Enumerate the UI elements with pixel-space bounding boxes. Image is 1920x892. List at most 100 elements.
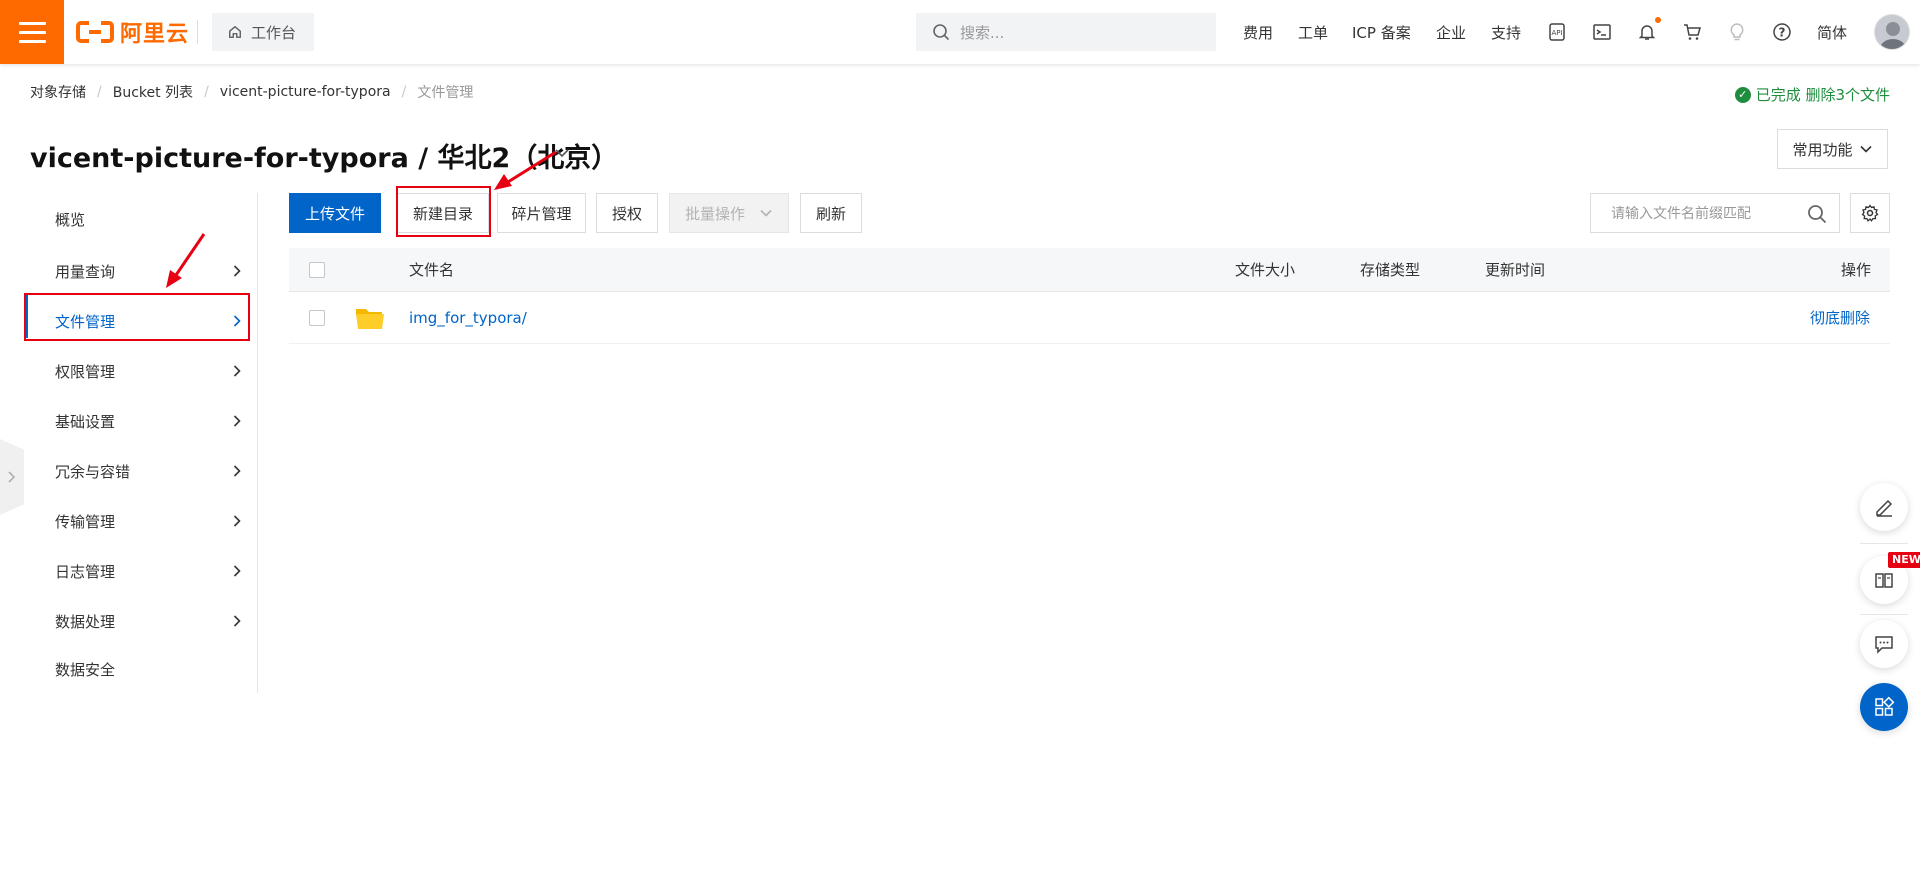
task-status[interactable]: ✓ 已完成 删除3个文件 [1734, 84, 1890, 105]
common-functions-label: 常用功能 [1792, 140, 1853, 159]
chevron-right-icon [233, 515, 241, 527]
fragment-management-button[interactable]: 碎片管理 [497, 193, 586, 233]
refresh-label: 刷新 [815, 204, 846, 223]
chevron-down-icon [760, 209, 772, 217]
api-icon[interactable]: API [1545, 20, 1569, 44]
sidebar-item-permissions[interactable]: 权限管理 [25, 349, 250, 393]
file-table-header: 文件名 文件大小 存储类型 更新时间 操作 [289, 248, 1890, 292]
feedback-edit-button[interactable] [1860, 483, 1908, 531]
search-icon[interactable] [1807, 204, 1827, 224]
sidebar-item-usage[interactable]: 用量查询 [25, 249, 250, 293]
upload-file-button[interactable]: 上传文件 [289, 193, 381, 233]
breadcrumb-oss[interactable]: 对象存储 [30, 82, 86, 102]
chevron-right-icon [233, 565, 241, 577]
sidebar-item-label: 数据安全 [55, 660, 116, 679]
sidebar-item-label: 概览 [55, 210, 86, 229]
column-header-updated: 更新时间 [1485, 261, 1546, 279]
batch-operations-button[interactable]: 批量操作 [669, 193, 789, 233]
sidebar-item-overview[interactable]: 概览 [25, 197, 250, 241]
new-directory-label: 新建目录 [412, 204, 473, 223]
new-directory-button[interactable]: 新建目录 [397, 193, 489, 233]
user-avatar[interactable] [1874, 14, 1910, 50]
apps-button[interactable] [1860, 683, 1908, 731]
upload-file-label: 上传文件 [304, 204, 365, 223]
hamburger-menu-button[interactable] [0, 0, 64, 64]
sidebar-item-label: 日志管理 [55, 562, 116, 581]
select-all-checkbox[interactable] [309, 261, 325, 278]
new-badge: NEW [1888, 552, 1920, 568]
bell-icon[interactable] [1635, 17, 1661, 44]
common-functions-button[interactable]: 常用功能 [1777, 129, 1888, 169]
sidebar-item-logs[interactable]: 日志管理 [25, 549, 250, 593]
search-placeholder: 搜索... [960, 23, 1005, 42]
page-title: vicent-picture-for-typora / 华北2（北京） [30, 143, 619, 174]
notification-dot [1655, 17, 1661, 23]
home-icon [229, 25, 241, 38]
nav-link-icp[interactable]: ICP 备案 [1352, 0, 1411, 64]
breadcrumb-current: 文件管理 [417, 85, 474, 101]
sidebar-item-data-processing[interactable]: 数据处理 [25, 599, 250, 643]
sidebar-item-file-management[interactable]: 文件管理 [25, 299, 250, 343]
nav-link-support[interactable]: 支持 [1491, 0, 1521, 64]
chevron-right-icon [233, 315, 241, 327]
svg-text:?: ? [1779, 26, 1786, 40]
chevron-down-icon [1859, 145, 1872, 153]
authorize-button[interactable]: 授权 [596, 193, 658, 233]
table-settings-button[interactable] [1850, 193, 1890, 233]
sidebar-item-label: 基础设置 [55, 412, 116, 431]
task-status-text: 已完成 删除3个文件 [1755, 86, 1890, 104]
cart-icon[interactable] [1680, 20, 1704, 44]
chevron-right-icon [233, 615, 241, 627]
book-icon [1875, 573, 1893, 588]
terminal-icon[interactable] [1590, 20, 1614, 44]
sidebar-item-redundancy[interactable]: 冗余与容错 [25, 449, 250, 493]
sidebar-item-label: 传输管理 [55, 512, 116, 531]
breadcrumb-bucket-list[interactable]: Bucket 列表 [113, 82, 193, 102]
column-header-filename: 文件名 [409, 261, 455, 279]
sidebar-item-label: 用量查询 [55, 262, 116, 281]
aliyun-logo-icon [76, 21, 114, 43]
nav-link-billing[interactable]: 费用 [1243, 0, 1273, 64]
batch-operations-label: 批量操作 [684, 204, 745, 223]
nav-link-enterprise[interactable]: 企业 [1436, 0, 1466, 64]
folder-name-link[interactable]: img_for_typora/ [409, 309, 527, 327]
global-search-input[interactable]: 搜索... [916, 13, 1216, 51]
region-chevron-down-icon[interactable] [553, 144, 571, 162]
sidebar-item-transfer[interactable]: 传输管理 [25, 499, 250, 543]
permanent-delete-link[interactable]: 彻底删除 [1810, 307, 1870, 328]
breadcrumb: 对象存储 / Bucket 列表 / vicent-picture-for-ty… [30, 82, 474, 102]
chevron-right-icon [233, 465, 241, 477]
workbench-button[interactable]: 工作台 [212, 13, 314, 51]
chat-button[interactable] [1860, 620, 1908, 668]
aliyun-logo[interactable]: 阿里云 [76, 16, 189, 48]
sidebar-item-label: 权限管理 [55, 362, 116, 381]
apps-grid-icon [1875, 696, 1895, 716]
pencil-icon [1876, 499, 1893, 517]
sidebar-item-basic-settings[interactable]: 基础设置 [25, 399, 250, 443]
nav-link-tickets[interactable]: 工单 [1298, 0, 1328, 64]
workbench-label: 工作台 [251, 23, 297, 42]
sidebar-item-label: 冗余与容错 [55, 462, 131, 481]
help-icon[interactable]: ? [1770, 20, 1794, 44]
filename-prefix-filter-input[interactable]: 请输入文件名前缀匹配 [1590, 193, 1840, 233]
breadcrumb-bucket[interactable]: vicent-picture-for-typora [220, 84, 391, 100]
authorize-label: 授权 [611, 204, 642, 223]
logo-divider [197, 20, 198, 44]
chevron-right-icon [233, 265, 241, 277]
language-switch[interactable]: 简体 [1817, 0, 1847, 64]
row-checkbox[interactable] [309, 309, 325, 326]
filter-placeholder: 请输入文件名前缀匹配 [1611, 206, 1751, 222]
table-row: img_for_typora/ 彻底删除 [289, 292, 1890, 344]
svg-text:API: API [1551, 29, 1562, 37]
sidebar-collapse-toggle[interactable] [0, 439, 24, 515]
sidebar-item-label: 数据处理 [55, 612, 116, 631]
search-icon [933, 24, 950, 41]
sidebar-item-data-security[interactable]: 数据安全 [25, 647, 250, 691]
refresh-button[interactable]: 刷新 [800, 193, 862, 233]
column-header-storage-type: 存储类型 [1360, 261, 1421, 279]
lightbulb-icon[interactable] [1725, 20, 1749, 44]
column-header-size: 文件大小 [1235, 261, 1296, 279]
gear-icon [1861, 204, 1879, 222]
sidebar-item-label: 文件管理 [55, 312, 116, 331]
chevron-right-icon [233, 365, 241, 377]
